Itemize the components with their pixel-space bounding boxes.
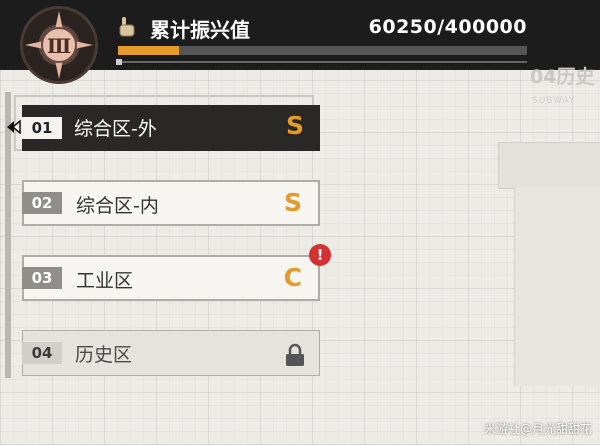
district-item-02[interactable]: 02 综合区-内 S xyxy=(22,180,320,226)
revitalization-title: 累计振兴值 xyxy=(150,18,250,42)
background-district-subtitle: SUBWAY xyxy=(532,96,576,106)
district-item-01[interactable]: 01 综合区-外 S xyxy=(22,105,320,151)
hand-icon xyxy=(119,17,135,37)
progress-fill xyxy=(118,46,180,55)
alert-icon: ! xyxy=(309,244,331,266)
district-label: 历史区 xyxy=(75,344,133,366)
district-label: 综合区-外 xyxy=(74,118,157,140)
compass-icon: Ⅲ xyxy=(25,11,93,79)
district-number: 01 xyxy=(22,117,62,139)
district-number: 03 xyxy=(22,267,62,289)
revitalization-progress-bar xyxy=(118,46,527,55)
district-item-03[interactable]: 03 工业区 C xyxy=(22,255,320,301)
district-number: 02 xyxy=(22,192,62,214)
district-emblem: Ⅲ xyxy=(20,6,98,84)
map-panel-body xyxy=(514,186,600,386)
list-rail xyxy=(5,92,11,378)
watermark: 米游社@月光甜甜花 xyxy=(483,422,592,436)
district-grade: C xyxy=(283,263,302,292)
revitalization-progress-text: 60250/400000 xyxy=(368,16,527,38)
emblem-numeral: Ⅲ xyxy=(47,34,71,58)
district-label: 工业区 xyxy=(76,270,134,292)
map-panel xyxy=(498,142,600,189)
district-grade: S xyxy=(285,111,304,140)
district-grade: S xyxy=(283,188,302,217)
progress-baseline xyxy=(116,59,527,65)
background-district-title: 04历史 xyxy=(530,66,595,88)
district-item-04[interactable]: 04 历史区 xyxy=(22,330,320,376)
lock-icon xyxy=(286,343,304,366)
district-label: 综合区-内 xyxy=(76,195,159,217)
district-number: 04 xyxy=(22,342,62,364)
